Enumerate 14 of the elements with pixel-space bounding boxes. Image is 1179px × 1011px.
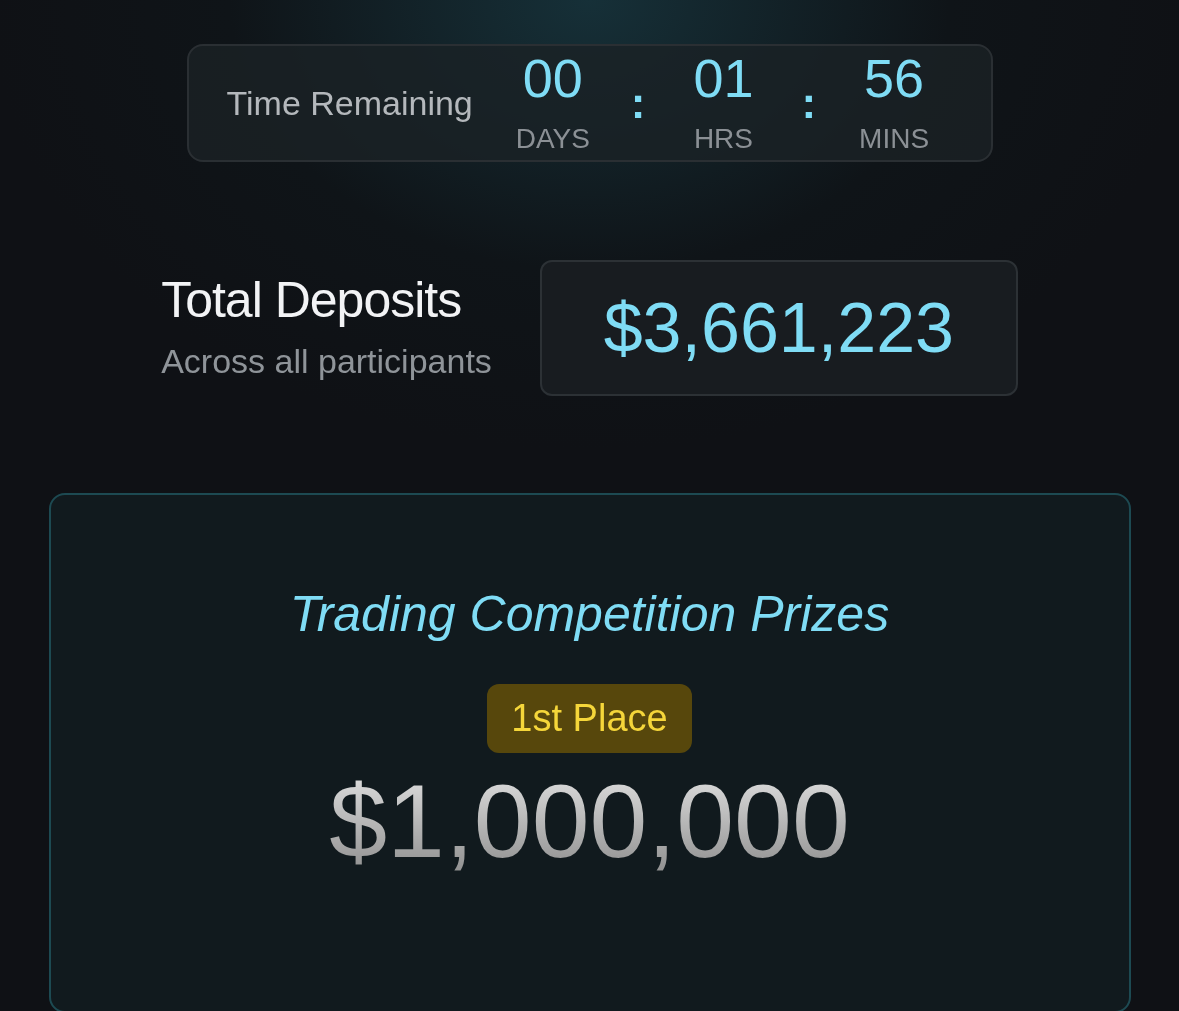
deposits-subtitle: Across all participants — [161, 340, 492, 382]
countdown-unit: MINS — [859, 122, 930, 156]
countdown-unit: HRS — [693, 122, 753, 156]
deposits-title: Total Deposits — [161, 270, 463, 330]
countdown-value: 56 — [864, 47, 925, 110]
countdown-value: 00 — [522, 47, 583, 110]
prizes-title: Trading Competition Prizes — [289, 585, 890, 644]
countdown-value: 01 — [693, 47, 754, 110]
countdown-unit: DAYS — [515, 122, 590, 156]
place-badge: 1st Place — [487, 684, 692, 753]
countdown-label: Time Remaining — [226, 82, 473, 124]
countdown-separator: : — [630, 77, 646, 129]
deposits-amount: $3,661,223 — [539, 260, 1018, 396]
countdown-separator: : — [801, 77, 817, 129]
